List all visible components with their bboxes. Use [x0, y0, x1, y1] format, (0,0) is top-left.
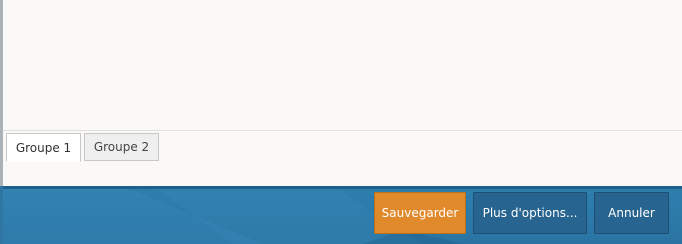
tab-bar: Groupe 1 Groupe 2 [3, 131, 682, 186]
cancel-button[interactable]: Annuler [594, 192, 669, 234]
cancel-button-label: Annuler [608, 206, 655, 220]
tab-groupe-2[interactable]: Groupe 2 [84, 133, 159, 161]
footer-divider [3, 186, 682, 189]
tab-label: Groupe 2 [93, 140, 150, 154]
save-button-label: Sauvegarder [381, 206, 459, 220]
tab-groupe-1[interactable]: Groupe 1 [6, 133, 81, 162]
content-area [3, 0, 682, 131]
save-button[interactable]: Sauvegarder [374, 192, 466, 234]
tab-label: Groupe 1 [15, 140, 72, 155]
dialog-frame: Groupe 1 Groupe 2 Sauvegarder Plus d'opt… [0, 0, 682, 244]
footer-toolbar: Sauvegarder Plus d'options... Annuler [3, 186, 682, 244]
more-options-button[interactable]: Plus d'options... [473, 192, 587, 234]
more-options-button-label: Plus d'options... [482, 206, 578, 220]
